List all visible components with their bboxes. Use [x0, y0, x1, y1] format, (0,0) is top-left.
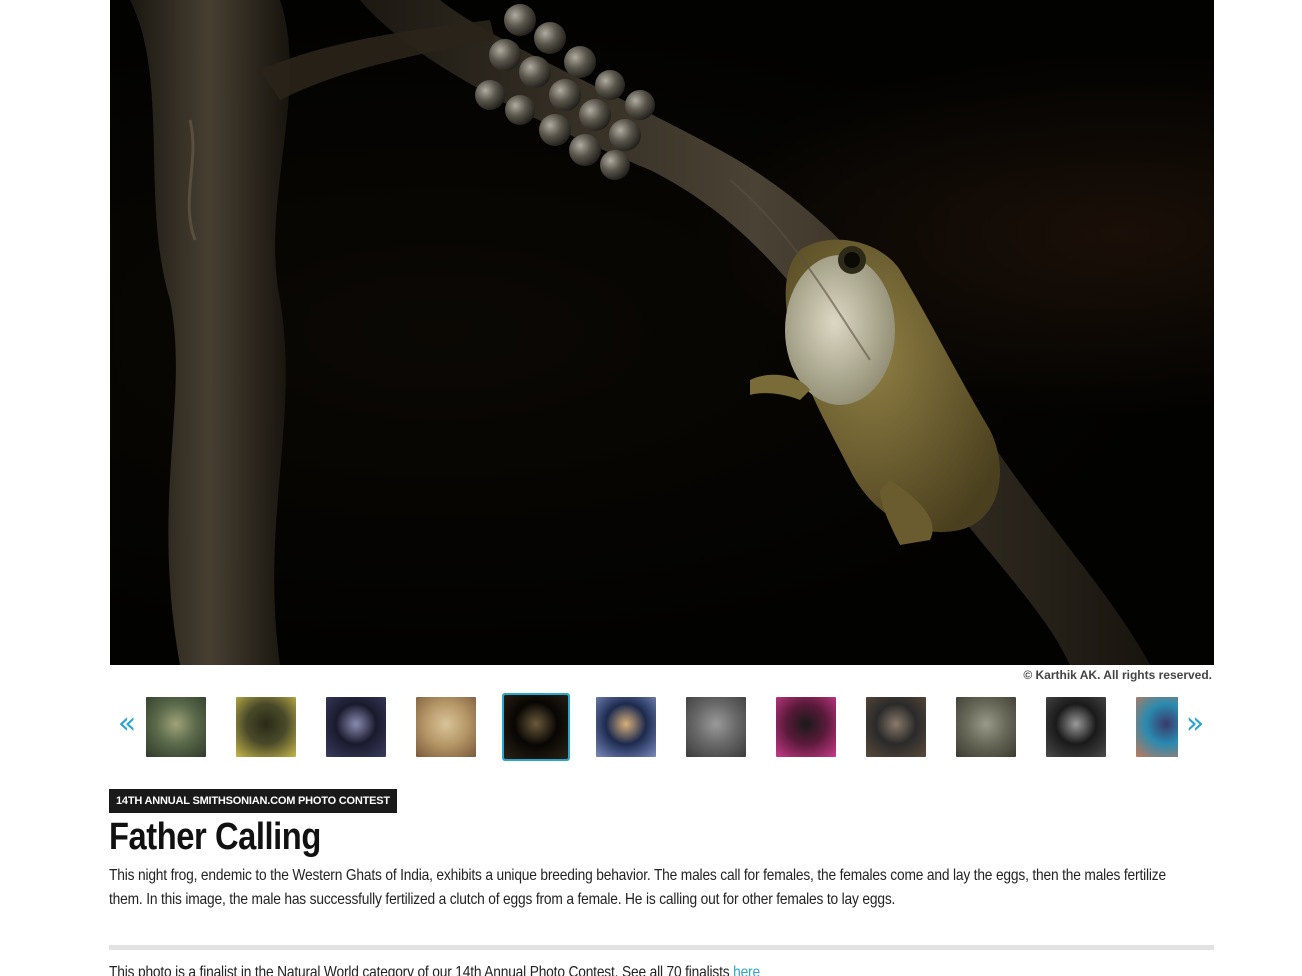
thumb-elephant[interactable] — [686, 697, 746, 757]
carousel-prev-button[interactable]: « — [112, 704, 142, 744]
photo-description: This night frog, endemic to the Western … — [109, 867, 1166, 908]
thumb-sunset-sea[interactable] — [596, 697, 656, 757]
thumbnail-strip — [146, 690, 1178, 764]
contest-tag[interactable]: 14TH ANNUAL SMITHSONIAN.COM PHOTO CONTES… — [109, 789, 397, 813]
section-divider — [109, 945, 1214, 950]
thumb-pink-flower[interactable] — [776, 697, 836, 757]
hero-photo — [110, 0, 1214, 665]
thumb-raccoon[interactable] — [956, 697, 1016, 757]
page-title: Father Calling — [109, 816, 321, 858]
thumb-crustacean[interactable] — [146, 697, 206, 757]
carousel-next-button[interactable]: » — [1180, 704, 1210, 744]
finalist-note: This photo is a finalist in the Natural … — [109, 962, 1193, 976]
thumb-night-frog[interactable] — [502, 693, 570, 761]
finalist-note-text: This photo is a finalist in the Natural … — [109, 964, 734, 976]
thumb-night-street[interactable] — [1046, 697, 1106, 757]
thumb-lightning-sky[interactable] — [326, 697, 386, 757]
thumb-snake-bird[interactable] — [236, 697, 296, 757]
thumb-owl[interactable] — [416, 697, 476, 757]
finalists-link[interactable]: here — [733, 964, 760, 976]
thumb-horse-rider[interactable] — [866, 697, 926, 757]
frog-photo-illustration — [130, 0, 1150, 665]
photo-credit: © Karthik AK. All rights reserved. — [1023, 668, 1212, 682]
thumbnail-carousel: « » — [110, 690, 1214, 764]
frog — [750, 239, 1000, 545]
thumb-child-portrait[interactable] — [1136, 697, 1178, 757]
